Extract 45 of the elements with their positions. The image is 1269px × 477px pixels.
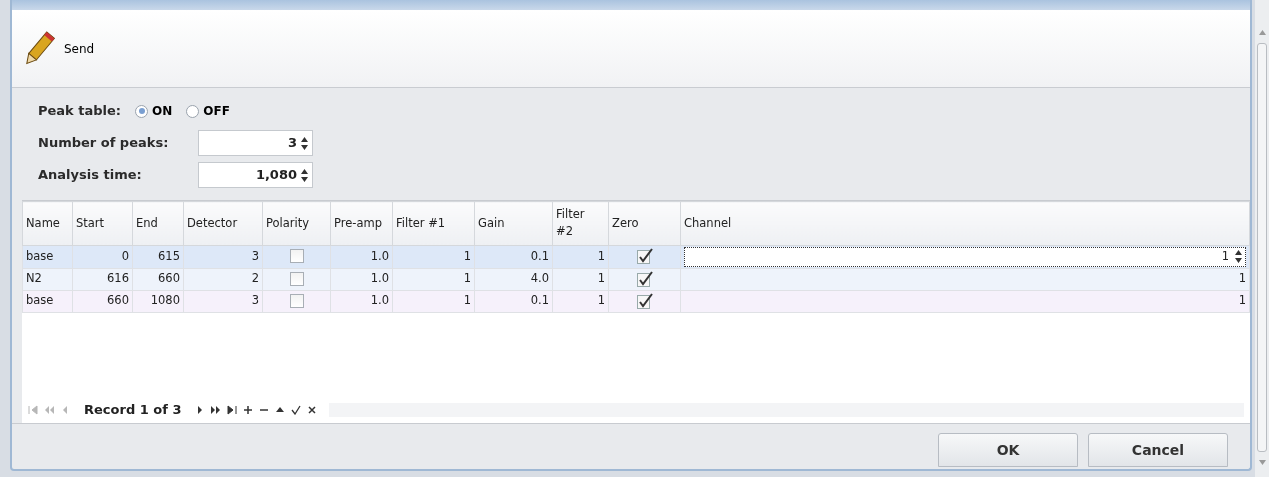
- spin-field[interactable]: 3: [198, 130, 313, 156]
- spinner-arrows-icon[interactable]: [1235, 250, 1242, 263]
- column-header[interactable]: Filter #1: [392, 201, 475, 245]
- checkbox[interactable]: [636, 248, 653, 265]
- scrollbar-thumb[interactable]: [1257, 43, 1267, 452]
- plus-icon[interactable]: [243, 405, 254, 415]
- last-record-icon[interactable]: [227, 405, 238, 415]
- spin-field[interactable]: 1,080: [198, 162, 313, 188]
- table-cell: 1: [680, 268, 1250, 290]
- spinner-arrows-icon[interactable]: [301, 168, 308, 182]
- column-header[interactable]: End: [132, 201, 184, 245]
- column-header[interactable]: Name: [22, 201, 73, 245]
- table-cell: 1: [680, 290, 1250, 312]
- dialog-button[interactable]: Cancel: [1088, 433, 1228, 467]
- checkbox[interactable]: [289, 249, 304, 264]
- column-header[interactable]: Pre-amp: [330, 201, 393, 245]
- table-cell: base: [22, 290, 73, 312]
- checkmark-icon[interactable]: [291, 405, 302, 415]
- column-header[interactable]: Filter #2: [552, 201, 609, 245]
- spinner-arrows-icon[interactable]: [301, 136, 308, 150]
- column-header[interactable]: Polarity: [262, 201, 331, 245]
- table-cell: N2: [22, 268, 73, 290]
- column-header[interactable]: Start: [72, 201, 133, 245]
- checkbox[interactable]: [636, 270, 653, 287]
- close-icon[interactable]: [307, 405, 318, 415]
- cell-editor[interactable]: 1: [684, 246, 1246, 267]
- dialog-button[interactable]: OK: [938, 433, 1078, 467]
- column-header[interactable]: Detector: [183, 201, 263, 245]
- next-page-icon[interactable]: [211, 405, 222, 415]
- field-label: Analysis time:: [38, 166, 143, 185]
- column-header[interactable]: Gain: [474, 201, 553, 245]
- checkbox[interactable]: [636, 292, 653, 309]
- field-label: Number of peaks:: [38, 134, 170, 153]
- vertical-scrollbar[interactable]: [1255, 0, 1269, 477]
- radio-option[interactable]: ON: [135, 102, 173, 120]
- radio-option[interactable]: OFF: [186, 102, 230, 120]
- send-button[interactable]: Send: [22, 28, 95, 69]
- up-triangle-icon[interactable]: [275, 405, 286, 415]
- checkbox[interactable]: [289, 271, 304, 286]
- record-counter: Record 1 of 3: [83, 401, 183, 420]
- column-header[interactable]: Zero: [608, 201, 681, 245]
- field-label: Peak table:: [38, 102, 122, 121]
- checkbox[interactable]: [289, 293, 304, 308]
- column-header[interactable]: Channel: [680, 201, 1250, 245]
- table-cell: base: [22, 245, 73, 268]
